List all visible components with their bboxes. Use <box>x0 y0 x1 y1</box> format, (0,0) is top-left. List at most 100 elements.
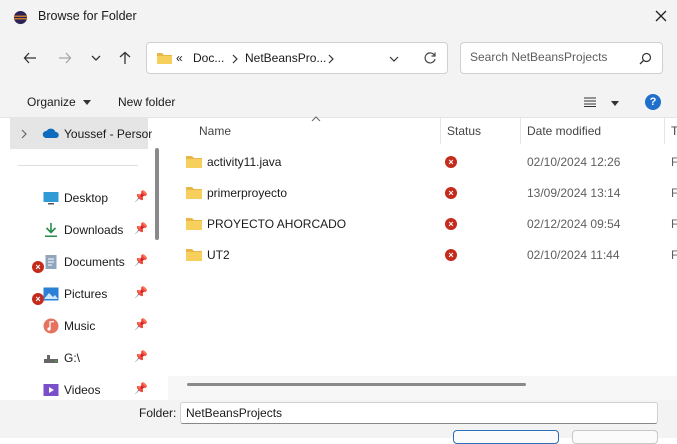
file-name: UT2 <box>207 248 230 262</box>
sidebar-item-label: Music <box>64 319 96 333</box>
help-button[interactable]: ? <box>645 94 661 110</box>
sidebar-item-label: Videos <box>64 383 101 397</box>
eclipse-app-icon <box>13 10 28 25</box>
pictures-icon <box>43 287 59 301</box>
sidebar-item-music[interactable]: Music 📌 <box>10 312 150 340</box>
list-view-icon <box>584 97 596 108</box>
cancel-button[interactable] <box>572 430 658 444</box>
sidebar-item-drive-g[interactable]: G:\ 📌 <box>10 344 150 372</box>
folder-name-field[interactable] <box>180 402 658 424</box>
desktop-icon <box>43 192 59 205</box>
view-options-button[interactable] <box>584 96 620 110</box>
search-icon[interactable] <box>639 52 652 65</box>
refresh-icon[interactable] <box>423 51 437 65</box>
horizontal-scroll-track <box>168 376 677 400</box>
pin-icon: 📌 <box>134 351 148 363</box>
pin-icon: 📌 <box>134 223 148 235</box>
column-header-type[interactable]: T <box>671 124 677 138</box>
chevron-right-icon[interactable] <box>20 129 28 139</box>
arrow-right-icon <box>59 52 72 64</box>
chevron-down-icon <box>91 55 101 61</box>
sidebar-scrollbar[interactable] <box>155 148 159 240</box>
file-date: 02/12/2024 09:54 <box>527 217 621 231</box>
new-folder-button[interactable]: New folder <box>118 95 175 109</box>
help-icon: ? <box>649 96 657 108</box>
sidebar-item-documents[interactable]: × Documents 📌 <box>10 248 150 276</box>
column-divider[interactable] <box>520 118 521 144</box>
table-row[interactable]: primerproyecto × 13/09/2024 13:14 F <box>168 178 677 209</box>
pin-icon: 📌 <box>134 383 148 395</box>
sidebar-divider <box>18 165 138 166</box>
breadcrumb-netbeans[interactable]: NetBeansPro... <box>245 51 326 65</box>
file-type: F <box>671 217 677 231</box>
videos-icon <box>43 384 59 396</box>
close-icon <box>655 10 667 22</box>
folder-label: Folder: <box>139 406 177 420</box>
sidebar-item-label: G:\ <box>64 351 81 365</box>
organize-label: Organize <box>27 95 76 109</box>
table-row[interactable]: PROYECTO AHORCADO × 02/12/2024 09:54 F <box>168 209 677 240</box>
sort-ascending-icon <box>311 116 321 122</box>
folder-icon <box>186 156 202 168</box>
sidebar-item-label: Youssef - Persor <box>64 127 153 141</box>
pin-icon: 📌 <box>134 255 148 267</box>
back-button[interactable] <box>19 47 41 69</box>
column-divider[interactable] <box>664 118 665 144</box>
music-icon <box>43 318 59 334</box>
arrow-left-icon <box>23 52 36 64</box>
column-header-date-modified[interactable]: Date modified <box>527 124 601 138</box>
folder-icon <box>186 249 202 261</box>
chevron-right-icon[interactable] <box>327 54 335 64</box>
file-date: 02/10/2024 12:26 <box>527 155 621 169</box>
sidebar-item-label: Pictures <box>64 287 108 301</box>
table-row[interactable]: activity11.java × 02/10/2024 12:26 F <box>168 147 677 178</box>
close-button[interactable] <box>652 6 670 26</box>
organize-button[interactable]: Organize <box>27 95 92 109</box>
downloads-icon <box>45 223 57 237</box>
sync-error-icon: × <box>445 218 457 230</box>
sidebar-item-label: Downloads <box>64 223 124 237</box>
address-overflow[interactable]: « <box>176 51 183 65</box>
sidebar-item-downloads[interactable]: Downloads 📌 <box>10 216 150 244</box>
pin-icon: 📌 <box>134 287 148 299</box>
chevron-right-icon[interactable] <box>231 54 239 64</box>
file-type: F <box>671 248 677 262</box>
file-date: 02/10/2024 11:44 <box>527 248 620 262</box>
onedrive-cloud-icon <box>42 128 59 138</box>
file-name: activity11.java <box>207 155 282 169</box>
breadcrumb-documents[interactable]: Doc... <box>193 51 224 65</box>
forward-button[interactable] <box>54 47 76 69</box>
documents-icon <box>45 255 57 269</box>
search-box[interactable] <box>460 42 663 74</box>
sync-error-icon: × <box>445 187 457 199</box>
sync-error-icon: × <box>445 156 457 168</box>
horizontal-scrollbar[interactable] <box>187 383 526 386</box>
address-bar[interactable]: « Doc... NetBeansPro... <box>146 42 448 74</box>
table-row[interactable]: UT2 × 02/10/2024 11:44 F <box>168 240 677 271</box>
pin-icon: 📌 <box>134 319 148 331</box>
file-type: F <box>671 186 677 200</box>
folder-icon <box>157 53 172 64</box>
chevron-down-icon[interactable] <box>389 55 399 63</box>
file-type: F <box>671 155 677 169</box>
sidebar-item-pictures[interactable]: × Pictures 📌 <box>10 280 150 308</box>
caret-down-icon <box>83 99 92 105</box>
caret-down-icon <box>611 101 620 106</box>
column-divider[interactable] <box>440 118 441 144</box>
column-header-name[interactable]: Name <box>199 124 231 138</box>
sidebar-item-label: Documents <box>64 255 125 269</box>
command-bar <box>0 84 677 118</box>
sidebar-item-videos[interactable]: Videos 📌 <box>10 376 150 400</box>
file-name: PROYECTO AHORCADO <box>207 217 347 231</box>
recent-locations-button[interactable] <box>85 47 107 69</box>
pin-icon: 📌 <box>134 191 148 203</box>
column-header-status[interactable]: Status <box>447 124 481 138</box>
sidebar-item-onedrive[interactable]: Youssef - Persor <box>10 118 152 149</box>
folder-icon <box>186 187 202 199</box>
search-input[interactable] <box>470 50 630 64</box>
window-title: Browse for Folder <box>38 9 137 23</box>
sidebar-item-desktop[interactable]: Desktop 📌 <box>10 184 150 212</box>
sidebar-item-label: Desktop <box>64 191 109 205</box>
up-button[interactable] <box>114 47 136 69</box>
select-folder-button[interactable] <box>453 430 559 444</box>
